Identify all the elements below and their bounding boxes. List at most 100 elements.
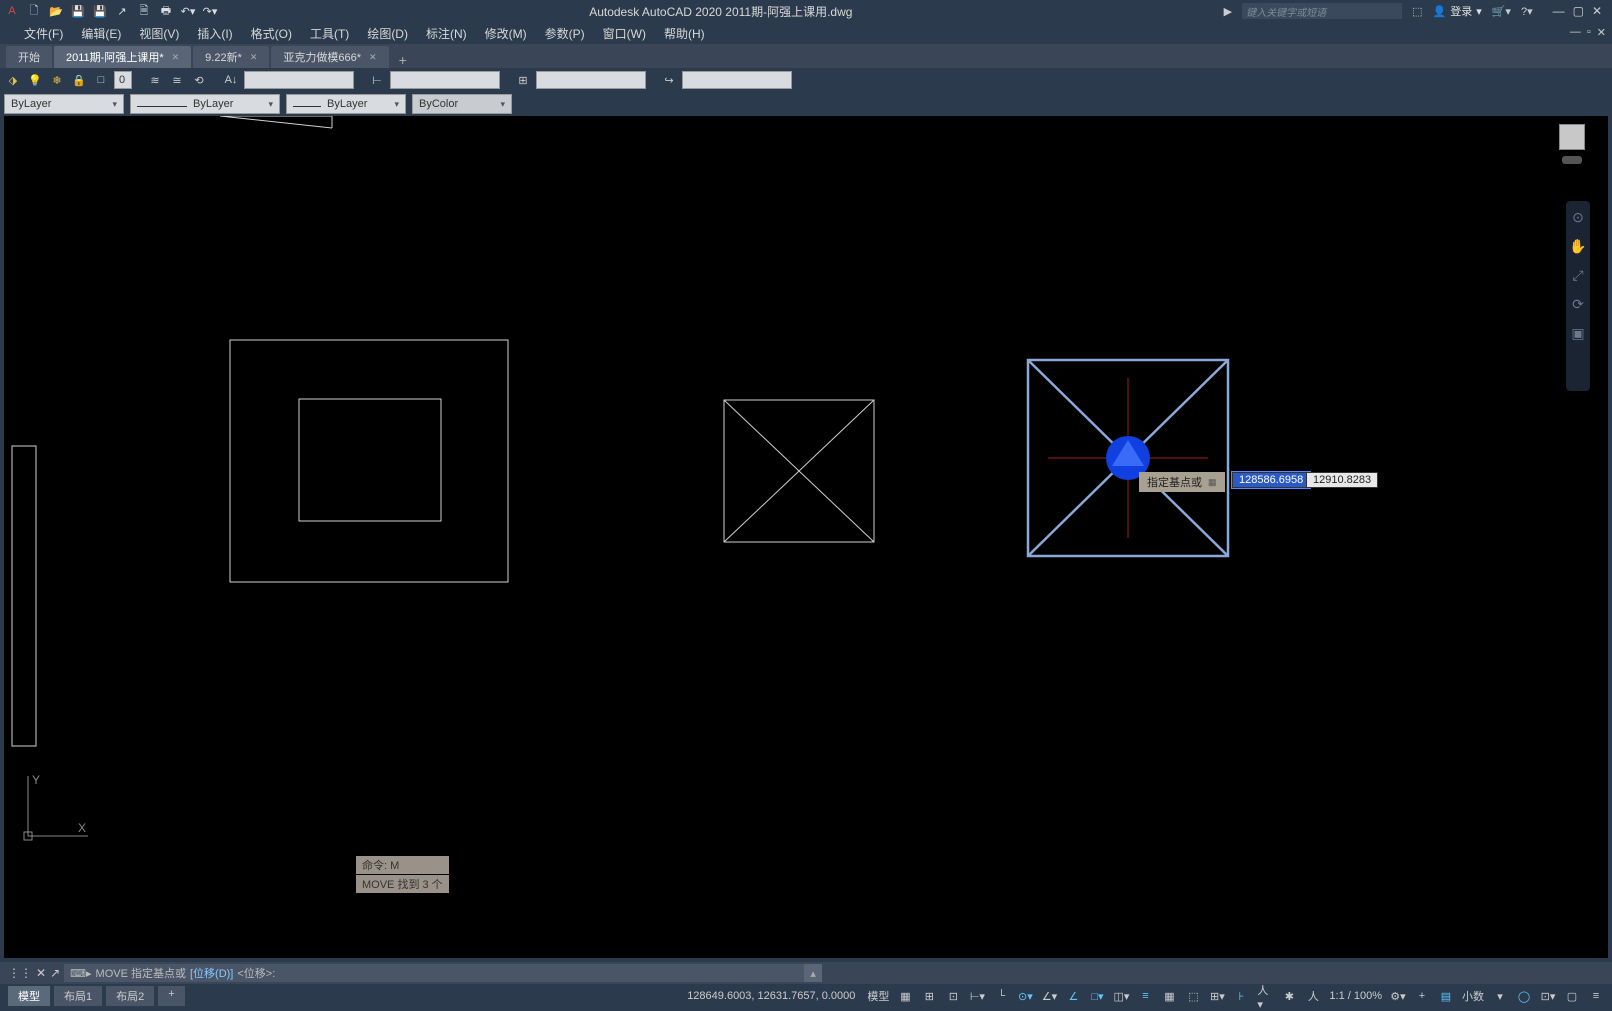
menu-format[interactable]: 格式(O) (251, 25, 292, 42)
tab-start[interactable]: 开始 (6, 46, 52, 68)
saveas-icon[interactable]: 💾 (92, 3, 108, 19)
make-current-icon[interactable]: ≋ (146, 71, 164, 89)
dimstyle-icon[interactable]: ⊢ (368, 71, 386, 89)
qp-icon[interactable]: ▤ (1438, 988, 1454, 1004)
infer-icon[interactable]: ⊢▾ (969, 988, 985, 1004)
maximize-button[interactable]: ▢ (1573, 4, 1584, 18)
mleaderstyle-icon[interactable]: ↪ (660, 71, 678, 89)
cycling-icon[interactable]: ⬚ (1185, 988, 1201, 1004)
doc-close[interactable]: ✕ (1597, 26, 1606, 39)
match-layer-icon[interactable]: ≅ (168, 71, 186, 89)
units-drop-icon[interactable]: ▾ (1492, 988, 1508, 1004)
tab-file-1[interactable]: 2011期-阿强上课用*✕ (54, 46, 191, 68)
menu-tools[interactable]: 工具(T) (310, 25, 349, 42)
menu-window[interactable]: 窗口(W) (603, 25, 646, 42)
grid-display-icon[interactable]: ⊞ (921, 988, 937, 1004)
snap-icon[interactable]: ⊡ (945, 988, 961, 1004)
cube-icon[interactable] (1559, 124, 1585, 150)
polar-icon[interactable]: ⊙▾ (1017, 988, 1033, 1004)
scale-display[interactable]: 1:1 / 100% (1329, 988, 1382, 1004)
open-icon[interactable]: 📂 (48, 3, 64, 19)
annomonitor-icon[interactable]: ✱ (1281, 988, 1297, 1004)
lineweight-icon[interactable]: ≡ (1137, 988, 1153, 1004)
new-tab-button[interactable]: + (399, 52, 407, 68)
lineweight-dropdown[interactable]: ByLayer▾ (286, 94, 406, 114)
new-icon[interactable]: 🗋 (26, 3, 42, 19)
isolate-icon[interactable]: ⊡▾ (1540, 988, 1556, 1004)
layer-freeze-icon[interactable]: ❄ (48, 71, 66, 89)
dyninput-icon[interactable]: ⊦ (1233, 988, 1249, 1004)
redo-icon[interactable]: ↷▾ (202, 3, 218, 19)
layer-color-icon[interactable]: □ (92, 71, 110, 89)
infocenter-icon[interactable]: ⬚ (1412, 5, 1422, 18)
close-tab-icon[interactable]: ✕ (369, 52, 377, 63)
gear-icon[interactable]: ⚙▾ (1390, 988, 1406, 1004)
hwaccel-icon[interactable]: ◯ (1516, 988, 1532, 1004)
menu-edit[interactable]: 编辑(E) (81, 25, 121, 42)
cmd-close-icon[interactable]: ✕ (36, 966, 46, 980)
cmd-handle-icon[interactable]: ⋮⋮ (8, 966, 32, 980)
menu-insert[interactable]: 插入(I) (197, 25, 232, 42)
app-logo-icon[interactable]: A (4, 3, 20, 19)
menu-draw[interactable]: 绘图(D) (367, 25, 408, 42)
menu-help[interactable]: 帮助(H) (664, 25, 705, 42)
textstyle-icon[interactable]: A↓ (222, 71, 240, 89)
layer-prev-icon[interactable]: ⟲ (190, 71, 208, 89)
layer-sq[interactable]: 0 (114, 71, 132, 89)
orbit-icon[interactable]: ⟳ (1572, 296, 1584, 313)
otrack-icon[interactable]: ∠ (1065, 988, 1081, 1004)
dynucs-icon[interactable]: ⊞▾ (1209, 988, 1225, 1004)
full-nav-icon[interactable]: ⊙ (1572, 209, 1584, 226)
close-tab-icon[interactable]: ✕ (250, 52, 258, 63)
dimstyle-dropdown[interactable] (390, 71, 500, 89)
coordinate-display[interactable]: 128649.6003, 12631.7657, 0.0000 (687, 990, 855, 1002)
plot-icon[interactable]: 🗎 (136, 3, 152, 19)
tab-file-3[interactable]: 亚克力做模666*✕ (271, 46, 388, 68)
undo-icon[interactable]: ↶▾ (180, 3, 196, 19)
nav-wheel-icon[interactable] (1562, 156, 1582, 164)
units-display[interactable]: 小数 (1462, 988, 1484, 1004)
annoscale-icon[interactable]: 人 (1305, 988, 1321, 1004)
tab-layout1[interactable]: 布局1 (54, 986, 102, 1006)
cloud-save-icon[interactable]: ↗ (114, 3, 130, 19)
cleanscreen-icon[interactable]: ▢ (1564, 988, 1580, 1004)
search-input[interactable]: 键入关键字或短语 (1242, 3, 1402, 19)
tablestyle-icon[interactable]: ⊞ (514, 71, 532, 89)
help-icon[interactable]: ?▾ (1521, 5, 1533, 18)
menu-dimension[interactable]: 标注(N) (426, 25, 467, 42)
layer-state-icon[interactable]: ⬗ (4, 71, 22, 89)
cmd-recent-icon[interactable]: ↗ (50, 966, 60, 980)
menu-modify[interactable]: 修改(M) (485, 25, 527, 42)
tab-file-2[interactable]: 9.22新*✕ (193, 46, 269, 68)
plotstyle-dropdown[interactable]: ByColor▾ (412, 94, 512, 114)
minimize-button[interactable]: — (1553, 4, 1565, 18)
textstyle-dropdown[interactable] (244, 71, 354, 89)
layer-on-icon[interactable]: 💡 (26, 71, 44, 89)
search-arrow-icon[interactable]: ▶ (1224, 5, 1232, 18)
cmd-option[interactable]: [位移(D)] (190, 965, 233, 981)
iso-icon[interactable]: ∠▾ (1041, 988, 1057, 1004)
dynamic-input-y[interactable]: 12910.8283 (1306, 472, 1378, 488)
command-input[interactable]: ⌨▸ MOVE 指定基点或 [位移(D)] <位移>: (64, 964, 804, 982)
menu-param[interactable]: 参数(P) (545, 25, 585, 42)
mleader-dropdown[interactable] (682, 71, 792, 89)
tab-model[interactable]: 模型 (8, 986, 50, 1006)
signin-button[interactable]: 👤 登录 ▾ (1433, 3, 1482, 19)
add-layout-button[interactable]: + (158, 986, 184, 1006)
print-icon[interactable]: 🖶 (158, 3, 174, 19)
crosshair-icon[interactable]: + (1414, 988, 1430, 1004)
color-dropdown[interactable]: ByLayer▾ (4, 94, 124, 114)
grid-icon[interactable]: ▦ (897, 988, 913, 1004)
zoom-extents-icon[interactable]: ⤢ (1572, 267, 1583, 284)
cmd-expand-icon[interactable]: ▴ (804, 964, 822, 982)
transparency-icon[interactable]: ▦ (1161, 988, 1177, 1004)
show-motion-icon[interactable]: ▣ (1571, 325, 1584, 342)
tab-layout2[interactable]: 布局2 (106, 986, 154, 1006)
drawing-canvas[interactable]: Y X ⊙ ✋ ⤢ ⟳ ▣ 指定基点或 ▦ 128586.6958 12910.… (0, 116, 1612, 962)
close-button[interactable]: ✕ (1592, 4, 1602, 18)
ws-switch-icon[interactable]: 人▾ (1257, 988, 1273, 1004)
dynamic-input-x[interactable]: 128586.6958 (1232, 472, 1310, 488)
menu-file[interactable]: 文件(F) (24, 25, 63, 42)
3dosnap-icon[interactable]: ◫▾ (1113, 988, 1129, 1004)
ortho-icon[interactable]: └ (993, 988, 1009, 1004)
